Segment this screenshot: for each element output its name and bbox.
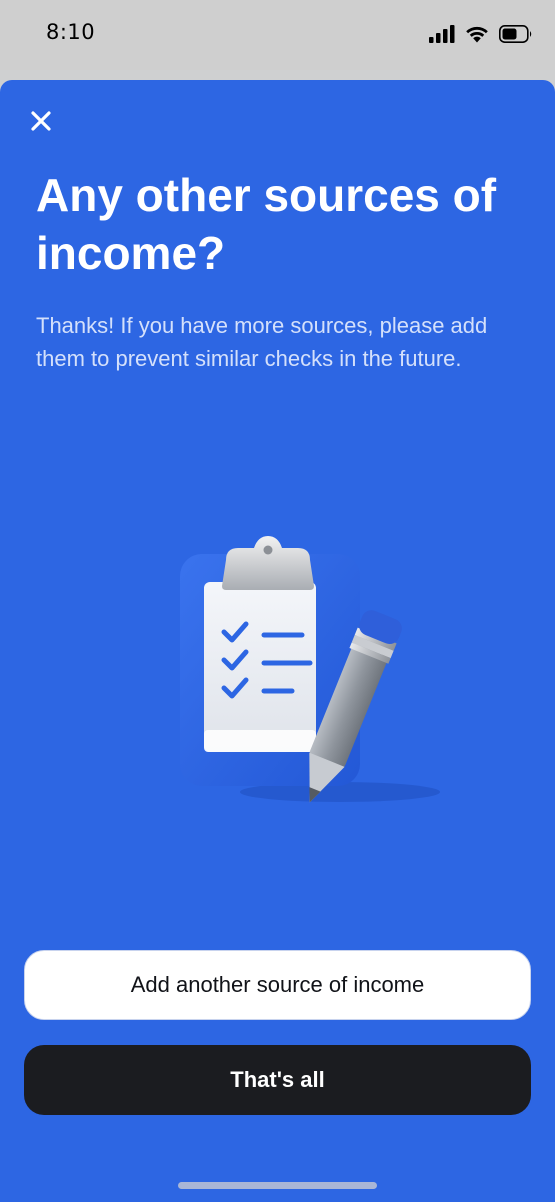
page-title: Any other sources of income?	[36, 169, 497, 279]
cellular-signal-icon	[429, 25, 455, 43]
status-icons	[429, 22, 533, 46]
close-icon	[31, 111, 51, 131]
home-indicator	[178, 1182, 377, 1189]
battery-icon	[499, 25, 532, 43]
clipboard-checklist-pencil-illustration	[180, 536, 440, 803]
status-bar: 8:10	[0, 0, 555, 70]
page-description: Thanks! If you have more sources, please…	[36, 313, 488, 371]
add-income-source-button[interactable]: Add another source of income	[24, 950, 531, 1020]
status-time: 8:10	[46, 20, 96, 44]
close-button[interactable]	[22, 102, 60, 140]
thats-all-button[interactable]: That's all	[24, 1045, 531, 1115]
bottom-sheet: Any other sources of income? Thanks! If …	[0, 80, 555, 1202]
wifi-icon	[466, 26, 488, 43]
